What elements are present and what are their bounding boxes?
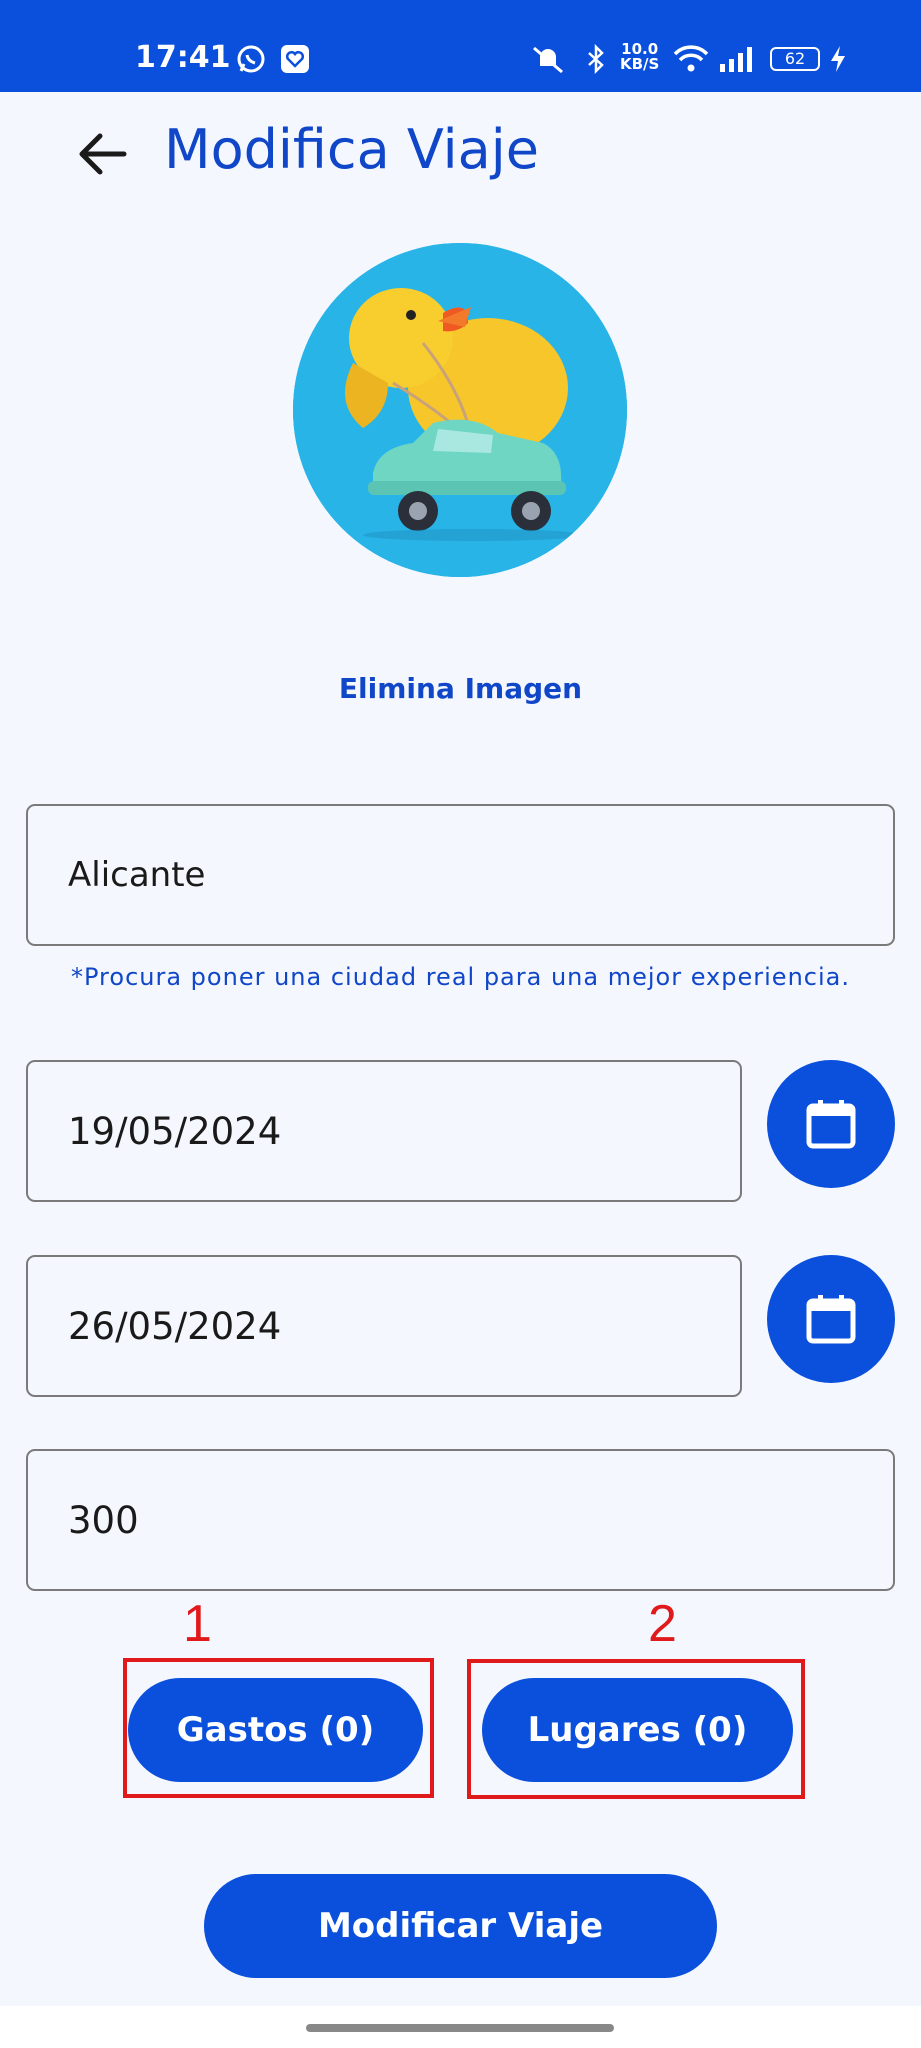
calendar-icon [806,1100,856,1149]
city-input[interactable]: Alicante [26,804,895,946]
end-date-input[interactable]: 26/05/2024 [26,1255,742,1397]
modify-trip-button[interactable]: Modificar Viaje [204,1874,717,1978]
start-date-calendar-button[interactable] [767,1060,895,1188]
bluetooth-icon [588,44,604,74]
battery-icon: 62 [770,47,820,71]
delete-image-button[interactable]: Elimina Imagen [0,672,921,705]
calendar-icon [806,1295,856,1344]
start-date-input[interactable]: 19/05/2024 [26,1060,742,1202]
signal-icon [720,47,752,72]
city-hint: *Procura poner una ciudad real para una … [71,963,850,991]
back-arrow-icon[interactable] [74,126,130,182]
end-date-calendar-button[interactable] [767,1255,895,1383]
trip-image[interactable] [293,243,627,577]
app-heart-icon [281,45,309,73]
clock: 17:41 [135,40,231,75]
status-bar: 17:41 10.0 KB/S 62 [0,0,921,92]
page-title: Modifica Viaje [164,118,539,181]
budget-input[interactable]: 300 [26,1449,895,1591]
whatsapp-icon [237,45,265,73]
mute-icon [533,46,563,74]
charging-icon [831,46,845,72]
duck-on-car-illustration [293,243,627,577]
annotation-number-2: 2 [648,1595,677,1653]
annotation-number-1: 1 [183,1595,212,1653]
expenses-button[interactable]: Gastos (0) [128,1678,423,1782]
home-indicator[interactable] [306,2024,614,2032]
wifi-icon [673,45,709,72]
places-button[interactable]: Lugares (0) [482,1678,793,1782]
net-speed: 10.0 KB/S [620,40,660,73]
